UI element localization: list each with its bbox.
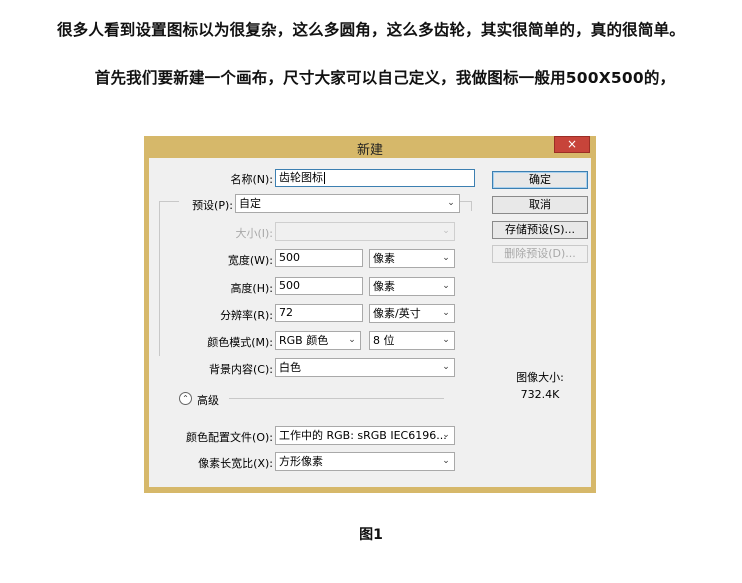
pixel-aspect-value: 方形像素 [279, 455, 323, 468]
height-unit-value: 像素 [373, 280, 395, 293]
delete-preset-button: 删除预设(D)... [492, 245, 588, 263]
save-preset-button[interactable]: 存储预设(S)... [492, 221, 588, 239]
color-mode-select[interactable]: RGB 颜色 ⌄ [275, 331, 361, 350]
color-profile-label: 颜色配置文件(O): [186, 431, 273, 444]
width-unit-select[interactable]: 像素 ⌄ [369, 249, 455, 268]
width-field[interactable]: 500 [275, 249, 363, 267]
color-mode-value: RGB 颜色 [279, 334, 329, 347]
name-label: 名称(N): [230, 173, 273, 186]
width-unit-value: 像素 [373, 252, 395, 265]
pixel-aspect-select[interactable]: 方形像素 ⌄ [275, 452, 455, 471]
background-label: 背景内容(C): [209, 363, 273, 376]
dialog-title: 新建 [356, 143, 383, 158]
bit-depth-value: 8 位 [373, 334, 395, 347]
close-button[interactable]: × [554, 136, 590, 153]
height-field[interactable]: 500 [275, 277, 363, 295]
height-label: 高度(H): [230, 282, 273, 295]
chevron-down-icon: ⌄ [442, 253, 450, 263]
name-value: 齿轮图标 [279, 171, 323, 184]
bit-depth-select[interactable]: 8 位 ⌄ [369, 331, 455, 350]
size-label: 大小(I): [235, 227, 273, 240]
preset-group-right-border [471, 201, 472, 211]
height-unit-select[interactable]: 像素 ⌄ [369, 277, 455, 296]
color-profile-select[interactable]: 工作中的 RGB: sRGB IEC6196... ⌄ [275, 426, 455, 445]
resolution-label: 分辨率(R): [220, 309, 273, 322]
background-value: 白色 [279, 361, 301, 374]
dialog-titlebar[interactable]: 新建 × [144, 136, 596, 158]
cancel-button[interactable]: 取消 [492, 196, 588, 214]
new-document-dialog: 新建 × 名称(N): 齿轮图标 预设(P): 自定 ⌄ 大小(I): ⌄ 宽度(… [144, 136, 596, 493]
background-select[interactable]: 白色 ⌄ [275, 358, 455, 377]
name-field[interactable]: 齿轮图标 [275, 169, 475, 187]
chevron-down-icon: ⌄ [348, 335, 356, 345]
image-size-value: 732.4K [520, 388, 560, 401]
advanced-toggle-label[interactable]: 高级 [197, 392, 219, 408]
chevron-down-icon: ⌄ [442, 281, 450, 291]
chevron-down-icon: ⌄ [442, 456, 450, 466]
color-profile-value: 工作中的 RGB: sRGB IEC6196... [279, 429, 447, 442]
preset-value: 自定 [239, 197, 261, 210]
width-label: 宽度(W): [227, 254, 273, 267]
resolution-unit-select[interactable]: 像素/英寸 ⌄ [369, 304, 455, 323]
preset-group-left-border [159, 201, 160, 356]
size-select: ⌄ [275, 222, 455, 241]
preset-select[interactable]: 自定 ⌄ [235, 194, 460, 213]
dialog-body: 名称(N): 齿轮图标 预设(P): 自定 ⌄ 大小(I): ⌄ 宽度(W): 5… [149, 158, 591, 487]
resolution-unit-value: 像素/英寸 [373, 307, 421, 320]
figure-caption: 图1 [359, 527, 383, 543]
pixel-aspect-label: 像素长宽比(X): [198, 457, 273, 470]
article-text-line-2: 首先我们要新建一个画布，尺寸大家可以自己定义，我做图标一般用500X500的， [94, 69, 676, 87]
article-text-line-1: 很多人看到设置图标以为很复杂，这么多圆角，这么多齿轮，其实很简单的，真的很简单。 [56, 21, 685, 39]
image-size-label: 图像大小: [516, 371, 564, 384]
advanced-divider [229, 398, 444, 399]
text-cursor [324, 172, 325, 184]
preset-label: 预设(P): [192, 199, 233, 212]
chevron-down-icon: ⌄ [442, 430, 450, 440]
close-icon: × [566, 137, 578, 151]
chevron-down-icon: ⌄ [442, 308, 450, 318]
expand-advanced-icon[interactable]: ⌃ [179, 392, 192, 405]
chevron-down-icon: ⌄ [447, 198, 455, 208]
resolution-field[interactable]: 72 [275, 304, 363, 322]
chevron-down-icon: ⌄ [442, 226, 450, 236]
color-mode-label: 颜色模式(M): [207, 336, 273, 349]
chevron-down-icon: ⌄ [442, 362, 450, 372]
ok-button[interactable]: 确定 [492, 171, 588, 189]
chevron-down-icon: ⌄ [442, 335, 450, 345]
